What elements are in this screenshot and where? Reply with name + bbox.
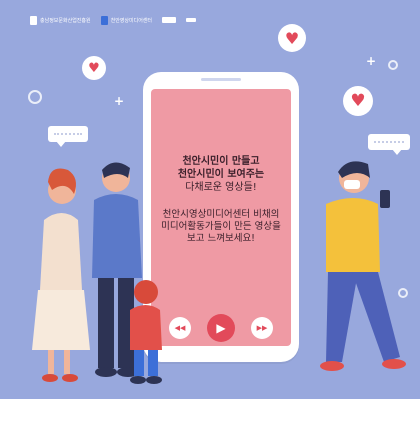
heart-icon: ♥ bbox=[284, 28, 300, 48]
org3-mark-icon bbox=[162, 17, 177, 23]
heart-bubble-left: ♥ bbox=[82, 56, 106, 80]
family-illustration bbox=[32, 162, 162, 384]
heart-icon: ♥ bbox=[350, 91, 366, 111]
poster-card: 충남정보문화산업진흥원 천안영상미디어센터 ♥ ♥ ♥ + + 천안시민이 만들… bbox=[0, 0, 420, 421]
speech-bubble-right bbox=[368, 134, 410, 155]
heart-icon: ♥ bbox=[88, 60, 100, 76]
logo-bar: 충남정보문화산업진흥원 천안영상미디어센터 bbox=[30, 14, 197, 26]
speech-bubble-left bbox=[48, 126, 88, 147]
logo-org3 bbox=[162, 17, 177, 23]
fast-forward-icon: ▶▶ bbox=[256, 324, 268, 332]
play-icon: ▶ bbox=[216, 321, 226, 335]
heart-bubble-top: ♥ bbox=[278, 24, 306, 52]
play-button[interactable]: ▶ bbox=[207, 314, 235, 342]
sparkle-icon: + bbox=[114, 94, 125, 108]
org2-name: 천안영상미디어센터 bbox=[110, 17, 153, 24]
org4-mark-icon bbox=[186, 18, 197, 22]
org2-mark-icon bbox=[100, 15, 108, 25]
bottom-strip bbox=[0, 399, 420, 421]
heart-bubble-right: ♥ bbox=[343, 86, 373, 116]
logo-org2: 천안영상미디어센터 bbox=[100, 15, 153, 25]
poster: 충남정보문화산업진흥원 천안영상미디어센터 ♥ ♥ ♥ + + 천안시민이 만들… bbox=[0, 0, 420, 421]
org1-name: 충남정보문화산업진흥원 bbox=[40, 17, 91, 24]
logo-org1: 충남정보문화산업진흥원 bbox=[30, 15, 91, 25]
man-with-phone-illustration bbox=[320, 161, 406, 371]
deco-circle bbox=[28, 90, 42, 104]
deco-circle bbox=[388, 60, 398, 70]
sparkle-icon: + bbox=[366, 54, 377, 68]
org1-mark-icon bbox=[30, 15, 37, 25]
logo-org4 bbox=[186, 18, 197, 22]
phone-speaker bbox=[201, 78, 241, 81]
fast-forward-button[interactable]: ▶▶ bbox=[251, 317, 273, 339]
